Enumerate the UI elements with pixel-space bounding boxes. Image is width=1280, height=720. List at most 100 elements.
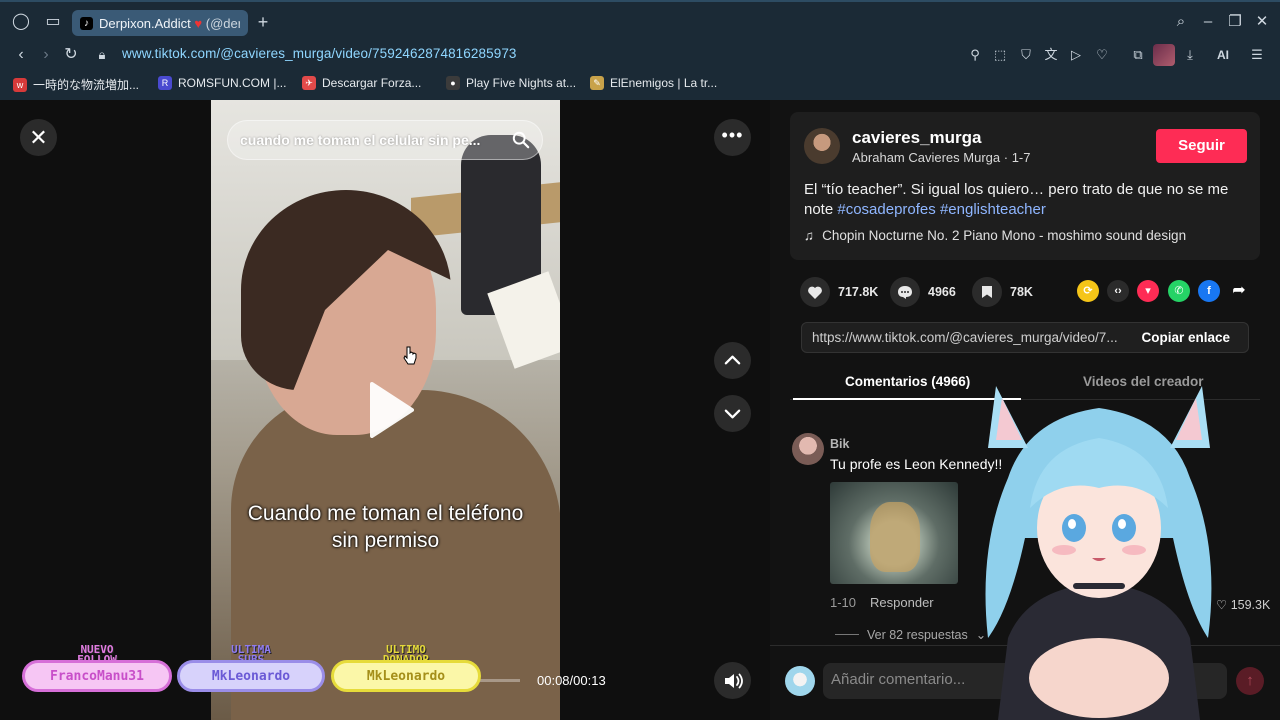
ai-button[interactable]: AI: [1206, 45, 1240, 65]
search-tabs-icon[interactable]: ⌕: [1170, 11, 1192, 33]
view-replies-label: Ver 82 respuestas: [867, 627, 968, 642]
share-arrow-icon[interactable]: ➦: [1228, 280, 1250, 302]
video-description: El “tío teacher”. Si igual los quiero… p…: [804, 180, 1254, 220]
tab-islands-icon[interactable]: ▭: [42, 11, 64, 33]
video-search-bar[interactable]: cuando me toman el celular sin pe...: [227, 120, 543, 160]
comment-date: 1-10: [830, 595, 857, 610]
like-action[interactable]: 717.8K: [800, 275, 878, 309]
video-caption: Cuando me toman el teléfono sin permiso: [211, 500, 560, 554]
tab-comments[interactable]: Comentarios (4966): [845, 374, 970, 389]
minimize-button[interactable]: –: [1197, 11, 1219, 33]
copy-link-button[interactable]: Copiar enlace: [1141, 330, 1230, 345]
bookmark-item[interactable]: ✎ ElEnemigos | La tr...: [590, 76, 717, 90]
tab-title-suffix: (@der: [205, 15, 240, 31]
comment-action[interactable]: 4966: [890, 275, 956, 309]
previous-video-button[interactable]: [714, 342, 751, 379]
comment-icon: [890, 277, 920, 307]
pin-icon[interactable]: ⚲: [965, 45, 985, 65]
video-search-text: cuando me toman el celular sin pe...: [240, 132, 481, 148]
music-title: Chopin Nocturne No. 2 Piano Mono - moshi…: [822, 228, 1187, 243]
commenter-username[interactable]: Bik: [830, 437, 849, 451]
browser-chrome: ◯ ▭ ♪ Derpixon.Addict ♥ (@der + ⌕ – ❐ ✕ …: [0, 0, 1280, 100]
back-button[interactable]: ‹: [10, 44, 32, 66]
bookmark-favicon-icon: w: [13, 77, 27, 92]
chevron-down-icon: [724, 409, 741, 419]
send-comment-button[interactable]: ↑: [1236, 667, 1264, 695]
author-username[interactable]: cavieres_murga: [852, 128, 981, 148]
like-count: 717.8K: [838, 285, 879, 299]
shield-icon[interactable]: ⛉: [1016, 45, 1036, 65]
save-action[interactable]: 78K: [972, 275, 1033, 309]
close-window-button[interactable]: ✕: [1251, 11, 1273, 33]
badge-name: MkLeonardo: [211, 668, 291, 684]
hashtag-link[interactable]: #englishteacher: [940, 201, 1046, 218]
facebook-icon[interactable]: f: [1198, 280, 1220, 302]
forward-button[interactable]: ›: [35, 44, 57, 66]
whatsapp-icon[interactable]: ✆: [1168, 280, 1190, 302]
bookmark-item[interactable]: ✈ Descargar Forza...: [302, 76, 421, 90]
download-icon[interactable]: ⤓: [1180, 45, 1200, 65]
bookmark-item[interactable]: ● Play Five Nights at...: [446, 76, 576, 90]
bookmarks-bar: w 一時的な物流増加... R ROMSFUN.COM |... ✈ Desca…: [0, 74, 1280, 96]
search-icon[interactable]: [512, 131, 530, 149]
heart-bookmark-icon[interactable]: ♡: [1092, 45, 1112, 65]
author-display-name: Abraham Cavieres Murga: [852, 150, 1001, 165]
bookmark-favicon-icon: ✈: [302, 76, 316, 90]
menu-icon[interactable]: ☰: [1247, 45, 1267, 65]
bookmark-label: Descargar Forza...: [322, 76, 422, 90]
active-tab[interactable]: ♪ Derpixon.Addict ♥ (@der: [72, 10, 248, 36]
new-tab-button[interactable]: +: [254, 12, 272, 32]
browser-menu-icon[interactable]: ◯: [10, 11, 32, 33]
comment-like-count: 159.3K: [1230, 598, 1271, 612]
user-avatar: [785, 666, 815, 696]
send-icon[interactable]: ▾: [1137, 280, 1159, 302]
bookmark-favicon-icon: R: [158, 76, 172, 90]
close-button[interactable]: ✕: [20, 119, 57, 156]
tiktok-favicon-icon: ♪: [80, 16, 93, 30]
video-frame[interactable]: cuando me toman el celular sin pe... Cua…: [211, 100, 560, 720]
last-sub-badge: MkLeonardo: [177, 660, 325, 692]
tab-bar: ◯ ▭ ♪ Derpixon.Addict ♥ (@der + ⌕ – ❐ ✕: [0, 2, 1280, 42]
extensions-icon[interactable]: ⧉: [1128, 45, 1148, 65]
repost-icon[interactable]: ⟳: [1077, 280, 1099, 302]
reload-button[interactable]: ↻: [60, 44, 82, 66]
progress-bar[interactable]: [480, 679, 520, 682]
more-options-button[interactable]: •••: [714, 119, 751, 156]
bookmark-label: ROMSFUN.COM |...: [178, 76, 287, 90]
next-video-button[interactable]: [714, 395, 751, 432]
comment-gif[interactable]: [830, 482, 958, 584]
last-donor-badge: MkLeonardo: [331, 660, 481, 692]
url-field[interactable]: www.tiktok.com/@cavieres_murga/video/759…: [122, 46, 517, 61]
commenter-avatar[interactable]: [792, 433, 824, 465]
snapshot-icon[interactable]: ⬚: [990, 45, 1010, 65]
bookmark-item[interactable]: R ROMSFUN.COM |...: [158, 76, 286, 90]
bookmark-label: ElEnemigos | La tr...: [610, 76, 718, 90]
bookmark-icon: [972, 277, 1002, 307]
restore-button[interactable]: ❐: [1224, 11, 1246, 33]
caption-line-2: sin permiso: [331, 529, 440, 552]
bookmark-favicon-icon: ●: [446, 76, 460, 90]
video-player: ✕ ••• cuando me toman el celular sin pe.…: [0, 100, 770, 720]
badge-name: FrancoManu31: [50, 668, 144, 684]
bookmark-item[interactable]: w 一時的な物流増加...: [13, 76, 139, 93]
post-date: 1-7: [1011, 150, 1031, 165]
play-icon[interactable]: [366, 380, 416, 440]
author-avatar[interactable]: [804, 128, 840, 164]
play-icon[interactable]: ▷: [1066, 45, 1086, 65]
reply-button[interactable]: Responder: [870, 595, 934, 610]
hashtag-link[interactable]: #cosadeprofes: [837, 201, 935, 218]
heart-icon: [800, 277, 830, 307]
translate-icon[interactable]: 文: [1041, 45, 1061, 65]
view-replies-button[interactable]: Ver 82 respuestas ⌄: [835, 627, 986, 642]
music-link[interactable]: ♫ Chopin Nocturne No. 2 Piano Mono - mos…: [804, 228, 1186, 243]
chevron-up-icon: [724, 355, 741, 365]
volume-button[interactable]: [714, 662, 751, 699]
embed-icon[interactable]: ‹›: [1107, 280, 1129, 302]
divider: [835, 634, 859, 635]
follow-button[interactable]: Seguir: [1156, 129, 1247, 163]
vtuber-avatar-overlay: [985, 386, 1212, 720]
profile-avatar[interactable]: [1153, 44, 1175, 66]
playback-time: 00:08/00:13: [537, 673, 606, 688]
lock-icon: 🔒︎: [98, 47, 106, 62]
video-link[interactable]: https://www.tiktok.com/@cavieres_murga/v…: [812, 330, 1127, 345]
